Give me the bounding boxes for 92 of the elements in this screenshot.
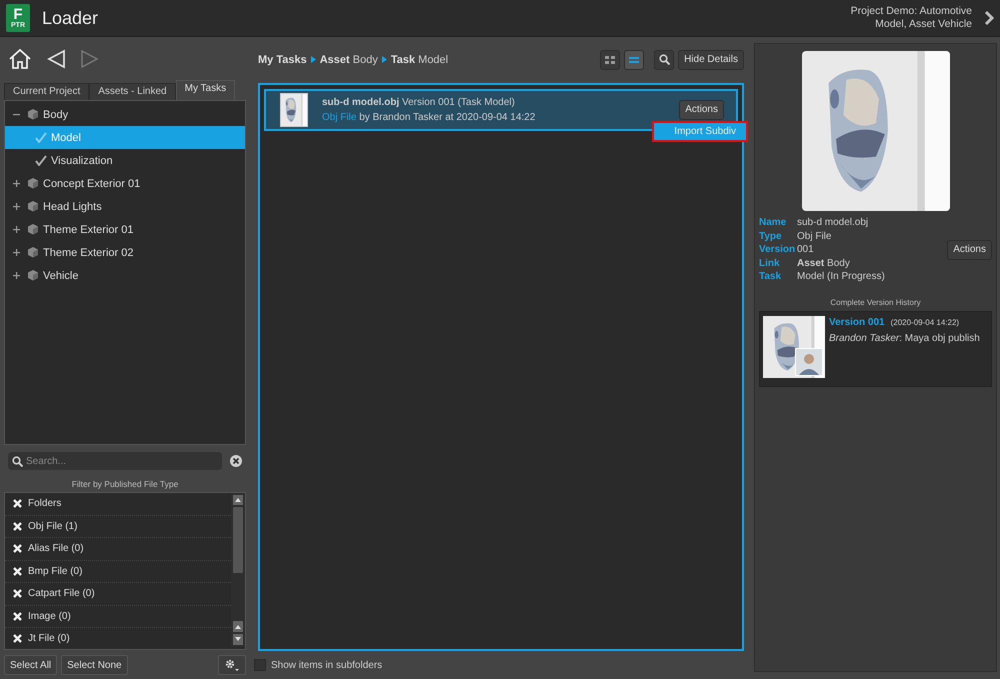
grid-icon bbox=[605, 56, 616, 64]
tree-row[interactable]: Theme Exterior 01 bbox=[5, 218, 245, 242]
back-icon[interactable] bbox=[46, 48, 66, 69]
tree-row[interactable]: Theme Exterior 02 bbox=[5, 241, 245, 264]
field-label: Link bbox=[759, 258, 781, 268]
avatar-icon bbox=[795, 348, 823, 376]
grid-view-button[interactable] bbox=[600, 50, 620, 70]
file-title: sub-d model.obj Version 001 (Task Model) bbox=[322, 96, 516, 108]
cube-icon bbox=[27, 269, 39, 282]
field-label: Task bbox=[759, 271, 782, 282]
list-view-button[interactable] bbox=[624, 50, 644, 70]
history-title: Complete Version History bbox=[829, 298, 922, 307]
file-byline: Obj File by Brandon Tasker at 2020-09-04 14:22 bbox=[322, 112, 536, 123]
tree-label: Visualization bbox=[51, 154, 113, 167]
actions-button[interactable]: Actions bbox=[947, 240, 992, 260]
select-button[interactable]: Select None bbox=[61, 655, 128, 676]
field-label: Type bbox=[759, 230, 783, 242]
list-icon bbox=[629, 56, 640, 64]
tree-row[interactable]: Concept Exterior 01 bbox=[5, 172, 245, 196]
version-note: Brandon Tasker: Maya obj publish bbox=[829, 333, 980, 344]
filter-label: Alias File (0) bbox=[28, 543, 84, 554]
hide-details-button[interactable]: Hide Details bbox=[678, 50, 744, 70]
version-date: (2020-09-04 14:22) bbox=[890, 318, 960, 327]
checkbox-label: Show items in subfolders bbox=[271, 660, 382, 671]
cube-icon bbox=[27, 108, 39, 122]
field-label: Version bbox=[759, 244, 796, 255]
cube-icon bbox=[27, 200, 39, 214]
app-title: Loader bbox=[42, 8, 98, 28]
home-icon[interactable] bbox=[8, 48, 32, 70]
breadcrumb-item[interactable]: Asset Body bbox=[320, 54, 378, 66]
tree-row[interactable]: Visualization bbox=[5, 149, 245, 172]
expand-icon[interactable] bbox=[12, 226, 20, 234]
x-icon[interactable] bbox=[13, 612, 22, 621]
field-value: 001 bbox=[797, 244, 815, 255]
tab[interactable]: Assets - Linked bbox=[89, 83, 176, 100]
tree-label: Head Lights bbox=[43, 200, 102, 213]
filter-label: Obj File (1) bbox=[28, 520, 78, 532]
breadcrumb-item[interactable]: My Tasks bbox=[258, 54, 307, 66]
separator-icon bbox=[310, 56, 316, 64]
search-icon bbox=[658, 54, 670, 66]
field-value: Obj File bbox=[797, 230, 832, 242]
expand-icon[interactable] bbox=[12, 180, 20, 188]
tree-row[interactable]: Head Lights bbox=[5, 195, 245, 218]
filter-title: Filter by Published File Type bbox=[70, 479, 180, 490]
filter-label: Catpart File (0) bbox=[28, 588, 95, 600]
x-icon[interactable] bbox=[13, 634, 22, 644]
tree-label: Theme Exterior 02 bbox=[43, 246, 134, 259]
expand-icon[interactable] bbox=[12, 203, 20, 210]
check-icon bbox=[35, 132, 47, 144]
search-button[interactable] bbox=[654, 50, 674, 70]
chevron-right-icon[interactable] bbox=[984, 11, 994, 25]
field-label: Name bbox=[759, 217, 788, 228]
filter-label: Folders bbox=[28, 498, 62, 510]
tree-row[interactable]: Body bbox=[5, 103, 245, 126]
tab[interactable]: Current Project bbox=[4, 83, 90, 100]
select-button[interactable]: Select All bbox=[4, 655, 58, 676]
settings-button[interactable] bbox=[218, 655, 246, 676]
field-value: Model (In Progress) bbox=[797, 271, 886, 282]
cube-icon bbox=[27, 223, 39, 236]
tree-label: Theme Exterior 01 bbox=[43, 224, 134, 236]
field-value: Asset Body bbox=[797, 258, 851, 268]
cube-icon bbox=[27, 246, 39, 260]
gear-icon bbox=[224, 659, 240, 672]
scrollbar[interactable] bbox=[231, 493, 245, 648]
filter-label: Jt File (0) bbox=[28, 633, 70, 644]
x-icon[interactable] bbox=[13, 522, 22, 531]
tree-row[interactable]: Vehicle bbox=[5, 264, 245, 288]
x-icon[interactable] bbox=[13, 499, 22, 508]
tree-label: Model bbox=[51, 132, 81, 144]
project-context: Project Demo: Automotive Model, Asset Vehicle bbox=[850, 5, 972, 31]
clear-icon[interactable] bbox=[230, 455, 242, 468]
filter-label: Bmp File (0) bbox=[28, 566, 82, 577]
check-icon bbox=[35, 155, 47, 166]
filter-label: Image (0) bbox=[28, 610, 71, 622]
expand-icon[interactable] bbox=[12, 272, 20, 280]
tree-label: Vehicle bbox=[43, 270, 78, 282]
actions-button[interactable]: Actions bbox=[679, 100, 724, 120]
version-link[interactable]: Version 001 bbox=[829, 317, 885, 328]
breadcrumb-item[interactable]: Task Model bbox=[390, 54, 448, 66]
x-icon[interactable] bbox=[13, 566, 22, 576]
search-field[interactable]: Search... bbox=[8, 452, 222, 470]
x-icon[interactable] bbox=[13, 544, 22, 554]
x-icon[interactable] bbox=[13, 589, 22, 598]
expand-icon[interactable] bbox=[12, 249, 20, 256]
field-value: sub-d model.obj bbox=[797, 217, 870, 228]
separator-icon bbox=[382, 56, 387, 64]
search-icon bbox=[12, 456, 23, 468]
tree-label: Concept Exterior 01 bbox=[43, 178, 140, 190]
checkbox[interactable] bbox=[254, 659, 266, 672]
cube-icon bbox=[27, 177, 39, 190]
tab[interactable]: My Tasks bbox=[176, 80, 236, 100]
tree-label: Body bbox=[43, 108, 68, 121]
